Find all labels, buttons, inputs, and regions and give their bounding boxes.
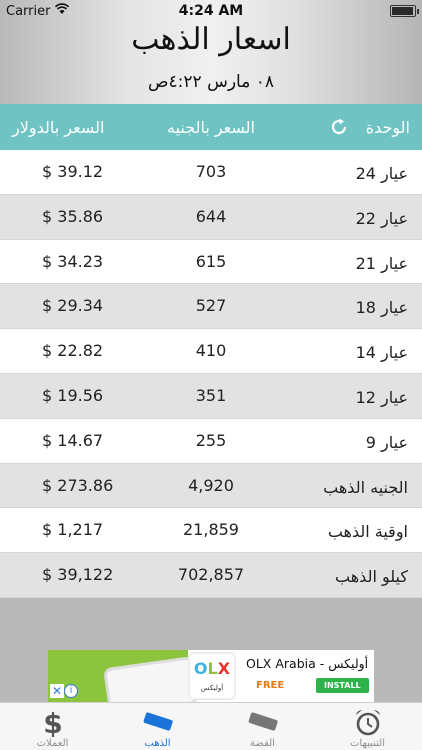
table-row[interactable]: $ 34.23 615 عيار 21 [0,239,422,285]
status-time: 4:24 AM [178,3,244,19]
unit-label: عيار 24 [355,164,408,183]
table-row[interactable]: $ 14.67 255 عيار 9 [0,418,422,464]
tab-currencies[interactable]: $ العملات [0,703,105,750]
unit-label: عيار 22 [355,208,408,228]
ad-close-icon[interactable]: ✕ [50,684,64,698]
table-row[interactable]: $ 1,217 21,859 اوقية الذهب [0,508,422,554]
table-row[interactable]: $ 273.86 4,920 الجنيه الذهب [0,463,422,509]
unit-label: عيار 12 [355,387,408,407]
tab-gold[interactable]: الذهب [105,703,210,750]
egp-price: 255 [195,430,227,450]
column-unit: الوحدة [365,118,410,137]
silver-bar-icon [248,712,278,731]
dollar-icon: $ [43,707,62,737]
price-table: $ 39.12 703 عيار 24 $ 35.86 644 عيار 22 … [0,150,422,598]
table-row[interactable]: $ 29.34 527 عيار 18 [0,284,422,330]
table-header: السعر بالدولار السعر بالجنيه الوحدة [0,104,422,150]
ad-app-name: OLX Arabia - أوليكس [246,656,369,671]
ad-price: FREE [256,680,285,691]
olx-logo: OLX أوليكس [188,652,236,700]
table-row[interactable]: $ 39.12 703 عيار 24 [0,150,422,195]
unit-label: عيار 21 [355,253,408,273]
ad-info-icon[interactable]: i [64,684,78,698]
ad-install-button[interactable]: INSTALL [316,678,369,693]
svg-text:$: $ [43,707,62,737]
tab-label: العملات [36,738,69,749]
refresh-icon[interactable] [328,116,350,138]
tab-label: التنبيهات [350,738,385,749]
alarm-clock-icon [355,709,380,736]
last-updated: ٠٨ مارس ٤:٢٢ص [147,72,274,92]
tab-label: الذهب [144,738,171,749]
tab-alerts[interactable]: التنبيهات [315,703,420,750]
column-egp: السعر بالجنيه [167,118,255,137]
unit-label: كيلو الذهب [335,567,408,587]
gold-bar-icon [143,712,173,731]
unit-label: عيار 18 [355,298,408,318]
unit-label: عيار 9 [365,432,408,452]
status-bar: Carrier 4:24 AM [0,0,422,22]
battery-icon [390,5,419,17]
unit-label: الجنيه الذهب [323,477,408,497]
table-row[interactable]: $ 35.86 644 عيار 22 [0,194,422,240]
olx-logo-sub: أوليكس [200,684,224,692]
tab-silver[interactable]: الفضة [210,703,315,750]
unit-label: اوقية الذهب [327,522,408,542]
tab-bar: $ العملات الذهب الفضة التنبيهات [0,702,422,750]
tab-label: الفضة [250,738,275,749]
unit-label: عيار 14 [355,343,408,363]
table-row[interactable]: $ 22.82 410 عيار 14 [0,329,422,374]
table-row[interactable]: $ 19.56 351 عيار 12 [0,373,422,419]
page-title: اسعار الذهب [131,22,291,57]
table-row[interactable]: $ 39,122 702,857 كيلو الذهب [0,553,422,598]
ad-banner[interactable]: ✕ i OLX أوليكس OLX Arabia - أوليكس FREE … [48,650,374,702]
